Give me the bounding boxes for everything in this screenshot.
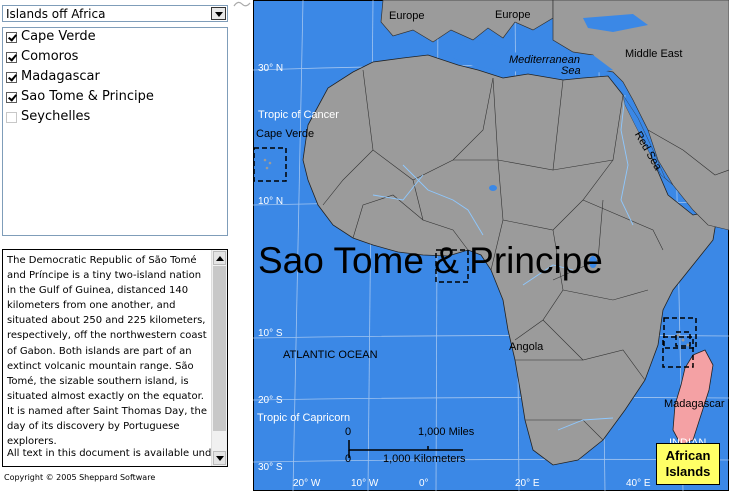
dropdown-arrow-icon[interactable]	[211, 7, 226, 20]
map-label-med: Sea	[561, 65, 581, 77]
checkbox-comoros[interactable]	[6, 52, 17, 63]
map-label-tropic-cancer: Tropic of Cancer	[258, 109, 339, 121]
checkbox-madagascar[interactable]	[6, 72, 17, 83]
lon-10w: 10° W	[351, 478, 379, 489]
island-item-cape-verde[interactable]: Cape Verde	[6, 29, 206, 47]
corner-mark-icon	[233, 1, 251, 7]
lon-40e: 40° E	[626, 478, 651, 489]
island-list: Cape Verde Comoros Madagascar Sao Tome &…	[2, 27, 228, 236]
badge-line1: African	[665, 448, 711, 463]
scroll-down-icon[interactable]	[213, 451, 226, 465]
island-item-madagascar[interactable]: Madagascar	[6, 69, 206, 87]
scale-zero: 0	[345, 453, 351, 465]
description-text: The Democratic Republic of São Tomé and …	[7, 255, 207, 448]
lat-20s: 20° S	[258, 395, 283, 406]
scroll-up-icon[interactable]	[213, 251, 226, 265]
island-item-seychelles[interactable]: Seychelles	[6, 109, 206, 127]
lat-30n: 30° N	[258, 63, 283, 74]
scale-miles: 1,000 Miles	[418, 426, 475, 438]
map-label-europe: Europe	[495, 9, 530, 21]
map-label-cape-verde: Cape Verde	[256, 128, 314, 140]
island-label: Madagascar	[21, 69, 100, 84]
description-scrollbar[interactable]	[211, 250, 227, 466]
map-label-madagascar: Madagascar	[664, 398, 725, 410]
region-select-value: Islands off Africa	[6, 7, 106, 21]
badge-line2: Islands	[665, 464, 711, 479]
lon-0: 0°	[419, 478, 429, 489]
selected-island-label: Sao Tome & Principe	[258, 240, 603, 281]
map-label-angola: Angola	[509, 341, 544, 353]
island-item-comoros[interactable]: Comoros	[6, 49, 206, 67]
map-label-middle-east: Middle East	[625, 48, 682, 60]
african-islands-badge: African Islands	[656, 443, 720, 485]
island-label: Sao Tome & Principe	[21, 89, 154, 104]
checkbox-sao-tome[interactable]	[6, 92, 17, 103]
map-label-atlantic: ATLANTIC OCEAN	[283, 349, 378, 361]
copyright: Copyright © 2005 Sheppard Software	[4, 473, 156, 482]
island-item-sao-tome[interactable]: Sao Tome & Principe	[6, 89, 206, 107]
island-label: Comoros	[21, 49, 79, 64]
license-text: All text in this document is available u…	[7, 448, 222, 459]
lat-30s: 30° S	[258, 462, 283, 473]
checkbox-seychelles[interactable]	[6, 112, 17, 123]
scale-km: 1,000 Kilometers	[383, 453, 466, 465]
description-panel: The Democratic Republic of São Tomé and …	[2, 249, 228, 467]
map-label-tropic-capricorn: Tropic of Capricorn	[257, 412, 350, 424]
lon-20e: 20° E	[515, 478, 540, 489]
checkbox-cape-verde[interactable]	[6, 32, 17, 43]
lat-10n: 10° N	[258, 196, 283, 207]
scale-zero: 0	[345, 426, 351, 438]
scroll-thumb[interactable]	[213, 266, 226, 431]
lon-20w: 20° W	[293, 478, 321, 489]
island-label: Cape Verde	[21, 29, 96, 44]
map-label-europe: Europe	[389, 10, 424, 22]
region-select[interactable]: Islands off Africa	[2, 5, 228, 22]
island-label: Seychelles	[21, 109, 91, 124]
lat-10s: 10° S	[258, 328, 283, 339]
